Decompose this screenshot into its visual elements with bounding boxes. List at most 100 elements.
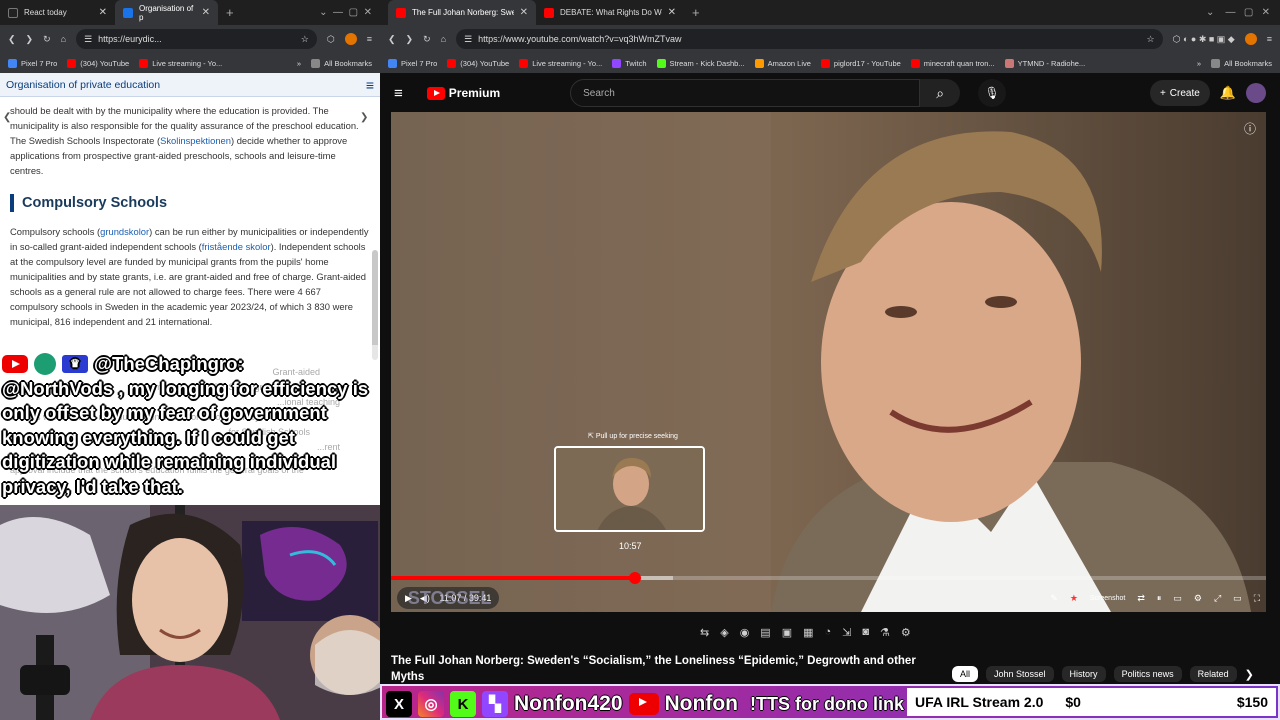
guide-menu-icon[interactable]: ≡ bbox=[394, 85, 403, 102]
close-tab-icon[interactable]: ✕ bbox=[520, 7, 528, 18]
link-grundskolor[interactable]: grundskolor bbox=[100, 226, 149, 237]
pip-icon[interactable]: ▣ bbox=[782, 626, 792, 639]
scrollbar[interactable] bbox=[372, 250, 378, 360]
chip-all[interactable]: All bbox=[952, 666, 979, 682]
record-icon[interactable]: ★ bbox=[1070, 593, 1078, 604]
extension-icon[interactable]: ⬡ bbox=[327, 34, 335, 45]
profile-avatar[interactable] bbox=[344, 33, 357, 45]
pencil-icon[interactable]: ✎ bbox=[1050, 593, 1058, 604]
forward-icon[interactable]: ❯ bbox=[406, 34, 414, 45]
account-avatar[interactable] bbox=[1246, 83, 1266, 103]
close-tab-icon[interactable]: ✕ bbox=[99, 7, 107, 18]
menu-icon[interactable]: ≡ bbox=[1267, 34, 1272, 44]
chip-related[interactable]: Related bbox=[1189, 666, 1237, 682]
home-icon[interactable]: ⌂ bbox=[441, 34, 446, 44]
all-bookmarks[interactable]: All Bookmarks bbox=[311, 58, 372, 68]
bookmark-item[interactable]: Live streaming - Yo... bbox=[519, 58, 602, 68]
tab-title: DEBATE: What Rights Do We H bbox=[560, 8, 662, 17]
tab-debate[interactable]: DEBATE: What Rights Do We H ✕ bbox=[536, 0, 684, 25]
more-bookmarks-icon[interactable]: » bbox=[1197, 59, 1201, 68]
right-controls: ✎ ★ Screenshot ⇄ ⏸ ▭ ⚙ ⤢ ▭ ⛶ bbox=[1050, 593, 1260, 604]
bookmark-pixel[interactable]: Pixel 7 Pro bbox=[8, 58, 57, 68]
miniplayer-icon[interactable]: ⤢ bbox=[1214, 593, 1221, 604]
notifications-bell-icon[interactable]: 🔔 bbox=[1220, 85, 1236, 101]
screenshot-icon[interactable]: ◉ bbox=[740, 626, 750, 639]
bookmark-live[interactable]: Live streaming - Yo... bbox=[139, 58, 222, 68]
settings-gear-icon[interactable]: ⚙ bbox=[1194, 593, 1202, 604]
camera-icon[interactable]: ◙ bbox=[862, 626, 869, 638]
microphone-icon[interactable]: 🎙 bbox=[978, 79, 1007, 107]
theater-mode-icon[interactable]: ▭ bbox=[1233, 593, 1242, 604]
flask-icon[interactable]: ⚗ bbox=[880, 626, 890, 639]
home-icon[interactable]: ⌂ bbox=[61, 34, 66, 44]
back-icon[interactable]: ❮ bbox=[388, 34, 396, 45]
chevron-right-icon[interactable]: ❯ bbox=[1245, 668, 1254, 681]
seek-preview-thumbnail bbox=[554, 446, 705, 532]
hamburger-menu-icon[interactable]: ≡ bbox=[366, 77, 374, 93]
export-icon[interactable]: ⇲ bbox=[842, 626, 851, 639]
audio-icon[interactable]: ◈ bbox=[720, 626, 728, 639]
nav-left-icon[interactable]: ❮ bbox=[3, 112, 11, 123]
all-bookmarks[interactable]: All Bookmarks bbox=[1211, 58, 1272, 68]
profile-avatar[interactable] bbox=[1244, 33, 1257, 45]
clapperboard-icon[interactable]: ▤ bbox=[760, 626, 770, 639]
bookmark-item[interactable]: minecraft quan tron... bbox=[910, 58, 995, 68]
window-controls-icon[interactable]: ⌄ — ▢ ✕ bbox=[1206, 7, 1270, 18]
address-bar[interactable]: ☰ https://www.youtube.com/watch?v=vq3hWm… bbox=[456, 29, 1163, 49]
menu-icon[interactable]: ≡ bbox=[367, 34, 372, 44]
info-icon[interactable]: ⓘ bbox=[1244, 120, 1256, 137]
bookmark-item[interactable]: (304) YouTube bbox=[447, 58, 509, 68]
tab-organisation[interactable]: Organisation of p ✕ bbox=[115, 0, 218, 25]
gear-icon[interactable]: ⚙ bbox=[901, 626, 911, 639]
grid-icon[interactable]: ▦ bbox=[803, 626, 813, 639]
bookmark-item[interactable]: piglord17 - YouTube bbox=[820, 58, 901, 68]
bookmark-item[interactable]: Pixel 7 Pro bbox=[388, 58, 437, 68]
bookmark-star-icon[interactable]: ☆ bbox=[301, 34, 309, 45]
site-info-icon[interactable]: ☰ bbox=[84, 34, 92, 45]
subtitles-icon[interactable]: ▭ bbox=[1173, 593, 1182, 604]
bookmark-label: minecraft quan tron... bbox=[923, 58, 995, 68]
bookmark-item[interactable]: Twitch bbox=[612, 58, 647, 68]
new-tab-icon[interactable]: + bbox=[226, 5, 234, 20]
create-label: Create bbox=[1169, 87, 1200, 99]
chip-politics-news[interactable]: Politics news bbox=[1113, 666, 1182, 682]
close-tab-icon[interactable]: ✕ bbox=[202, 7, 210, 18]
repeat-icon[interactable]: ⇆ bbox=[700, 626, 709, 639]
link-skolinspektionen[interactable]: Skolinspektionen bbox=[160, 135, 231, 146]
screenshot-label[interactable]: Screenshot bbox=[1090, 595, 1125, 602]
address-bar[interactable]: ☰ https://eurydic... ☆ bbox=[76, 29, 317, 49]
nav-right-icon[interactable]: ❯ bbox=[360, 112, 368, 123]
crown-badge-icon: ♛ bbox=[62, 355, 88, 374]
window-controls-icon[interactable]: ⌄ — ▢ ✕ bbox=[319, 7, 372, 18]
bookmark-youtube[interactable]: (304) YouTube bbox=[67, 58, 129, 68]
chip-history[interactable]: History bbox=[1061, 666, 1106, 682]
youtube-logo[interactable]: Premium bbox=[426, 86, 500, 100]
video-player[interactable]: ⓘ bbox=[391, 112, 1266, 612]
reload-icon[interactable]: ↻ bbox=[43, 34, 51, 45]
chip-john-stossel[interactable]: John Stossel bbox=[986, 666, 1054, 682]
autoplay-toggle-icon[interactable]: ⏸ bbox=[1157, 593, 1162, 604]
tab-react-today[interactable]: React today ✕ bbox=[0, 0, 115, 25]
reload-icon[interactable]: ↻ bbox=[423, 34, 431, 45]
close-tab-icon[interactable]: ✕ bbox=[668, 7, 676, 18]
site-info-icon[interactable]: ☰ bbox=[464, 34, 472, 45]
create-button[interactable]: + Create bbox=[1149, 80, 1210, 106]
forward-icon[interactable]: ❯ bbox=[26, 34, 34, 45]
bookmark-item[interactable]: Stream - Kick Dashb... bbox=[656, 58, 745, 68]
search-icon[interactable]: ⌕ bbox=[920, 79, 961, 107]
bookmark-item[interactable]: YTMND - Radiohe... bbox=[1004, 58, 1085, 68]
fullscreen-icon[interactable]: ⛶ bbox=[1254, 593, 1260, 604]
speed-icon[interactable]: ◔ bbox=[825, 626, 832, 638]
extensions-icon[interactable]: ⬡ ◐ ● ✱ ■ ▣ ◆ bbox=[1173, 34, 1235, 45]
right-tab-strip: The Full Johan Norberg: Swede ✕ DEBATE: … bbox=[380, 0, 1280, 25]
back-icon[interactable]: ❮ bbox=[8, 34, 16, 45]
tab-johan-norberg[interactable]: The Full Johan Norberg: Swede ✕ bbox=[388, 0, 536, 25]
link-fristaende[interactable]: fristående skolor bbox=[202, 241, 271, 252]
bookmark-star-icon[interactable]: ☆ bbox=[1147, 34, 1155, 45]
new-tab-icon[interactable]: + bbox=[692, 5, 700, 20]
more-bookmarks-icon[interactable]: » bbox=[297, 59, 301, 68]
search-input[interactable]: Search bbox=[570, 79, 921, 107]
loop-icon[interactable]: ⇄ bbox=[1137, 593, 1145, 604]
bookmark-item[interactable]: Amazon Live bbox=[754, 58, 811, 68]
progress-bar[interactable] bbox=[391, 572, 1266, 584]
